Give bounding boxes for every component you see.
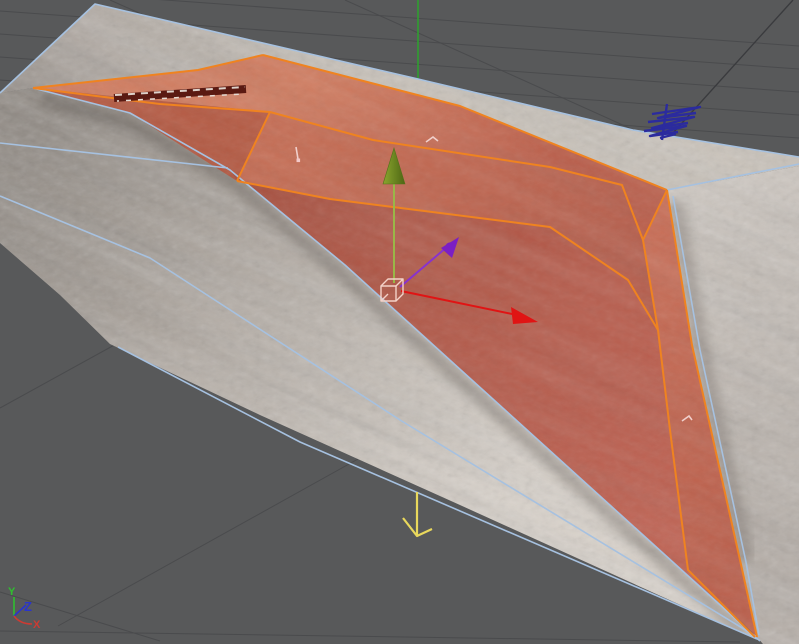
world-axis-z-label: Z	[24, 599, 32, 614]
world-axis-y-label: Y	[8, 586, 16, 598]
3d-viewport[interactable]: Y Z X	[0, 0, 799, 644]
viewport-canvas[interactable]: Y Z X	[0, 0, 799, 644]
world-axis-x-label: X	[33, 619, 41, 631]
